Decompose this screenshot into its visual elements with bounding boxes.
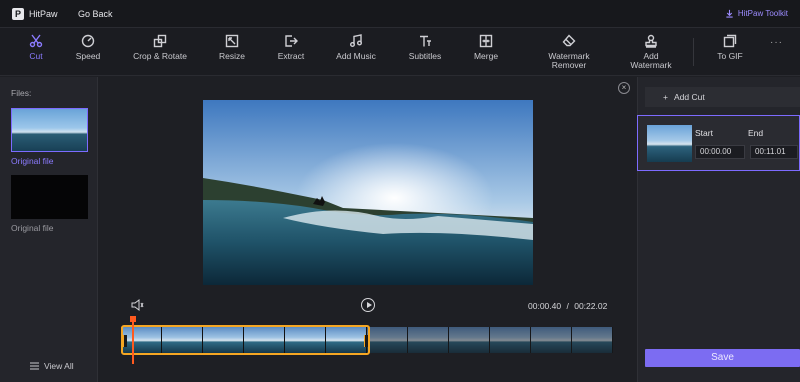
- playhead[interactable]: [130, 316, 136, 364]
- tool-add-music[interactable]: Add Music: [321, 34, 391, 61]
- toolbar: Cut Speed Crop & Rotate Resize Extract A…: [0, 28, 800, 76]
- toolkit-label: HitPaw Toolkit: [737, 9, 788, 18]
- files-label: Files:: [11, 88, 32, 98]
- tool-subtitles[interactable]: Subtitles: [390, 34, 460, 61]
- go-back-button[interactable]: Go Back: [78, 9, 113, 19]
- file-thumbnail[interactable]: [11, 175, 88, 219]
- music-note-icon: [350, 34, 362, 47]
- file-label: Original file: [11, 156, 54, 166]
- tool-speed[interactable]: Speed: [53, 34, 123, 61]
- selection-start-handle[interactable]: [123, 335, 127, 347]
- plus-icon: +: [663, 92, 668, 102]
- tool-crop-rotate-label: Crop & Rotate: [133, 51, 187, 61]
- volume-icon[interactable]: [131, 299, 144, 311]
- add-cut-button[interactable]: + Add Cut: [645, 87, 800, 107]
- extract-icon: [285, 35, 298, 47]
- tool-subtitles-label: Subtitles: [408, 51, 442, 61]
- tool-resize-label: Resize: [219, 51, 245, 61]
- crop-rotate-icon: [153, 34, 167, 48]
- files-panel: Files: Original file Original file View …: [0, 77, 98, 382]
- text-icon: [420, 35, 431, 47]
- timecode: 00:00.40 / 00:22.02: [528, 301, 607, 311]
- tool-extract-label: Extract: [277, 51, 305, 61]
- file-label: Original file: [11, 223, 54, 233]
- selection-end-handle[interactable]: [364, 335, 368, 347]
- tool-add-watermark[interactable]: Add Watermark: [616, 34, 686, 70]
- resize-icon: [225, 34, 239, 48]
- cut-thumbnail: [647, 125, 692, 162]
- tool-crop-rotate[interactable]: Crop & Rotate: [125, 34, 195, 61]
- list-icon: [30, 362, 39, 370]
- timeline-frame: [408, 327, 449, 353]
- timeline-frame: [572, 327, 613, 353]
- tool-speed-label: Speed: [75, 51, 101, 61]
- tool-extract[interactable]: Extract: [256, 34, 326, 61]
- app-logo-icon: P: [12, 8, 24, 20]
- timeline-frame: [367, 327, 408, 353]
- tool-to-gif-label: To GIF: [717, 51, 743, 61]
- view-all-button[interactable]: View All: [30, 361, 74, 371]
- video-preview: [203, 100, 533, 285]
- toolkit-link[interactable]: HitPaw Toolkit: [725, 9, 788, 18]
- view-all-label: View All: [44, 361, 74, 371]
- app-name: HitPaw: [29, 9, 58, 19]
- tool-merge[interactable]: Merge: [451, 34, 521, 61]
- end-time-field[interactable]: 00:11.01: [750, 145, 798, 159]
- tool-add-music-label: Add Music: [336, 51, 376, 61]
- scissors-icon: [29, 34, 43, 48]
- eraser-icon: [562, 34, 576, 47]
- file-thumbnail[interactable]: [11, 108, 88, 152]
- play-button[interactable]: [361, 298, 375, 312]
- toolbar-divider: [693, 38, 694, 66]
- tool-add-watermark-label: Add Watermark: [630, 51, 672, 70]
- save-button[interactable]: Save: [645, 349, 800, 367]
- merge-icon: [479, 34, 493, 48]
- add-cut-label: Add Cut: [673, 92, 705, 102]
- speedometer-icon: [81, 34, 95, 48]
- download-icon: [726, 9, 733, 18]
- end-label: End: [748, 128, 764, 138]
- tool-watermark-remover[interactable]: Watermark Remover: [534, 34, 604, 70]
- stamp-icon: [645, 34, 657, 48]
- tool-cut-label: Cut: [29, 51, 43, 61]
- cut-selection-range[interactable]: [121, 325, 370, 355]
- time-separator: /: [566, 301, 569, 311]
- start-label: Start: [695, 128, 713, 138]
- tool-merge-label: Merge: [473, 51, 499, 61]
- timeline-frame: [449, 327, 490, 353]
- title-bar: P HitPaw Go Back HitPaw Toolkit: [0, 0, 800, 28]
- tool-watermark-remover-label: Watermark Remover: [548, 51, 590, 70]
- tool-to-gif[interactable]: To GIF: [695, 34, 765, 61]
- more-options-icon[interactable]: ···: [770, 37, 783, 48]
- current-time: 00:00.40: [528, 301, 562, 311]
- start-time-field[interactable]: 00:00.00: [695, 145, 745, 159]
- timeline-frame: [490, 327, 531, 353]
- close-icon[interactable]: ×: [618, 82, 630, 94]
- timeline-frame: [531, 327, 572, 353]
- gif-icon: [723, 34, 737, 48]
- total-time: 00:22.02: [574, 301, 608, 311]
